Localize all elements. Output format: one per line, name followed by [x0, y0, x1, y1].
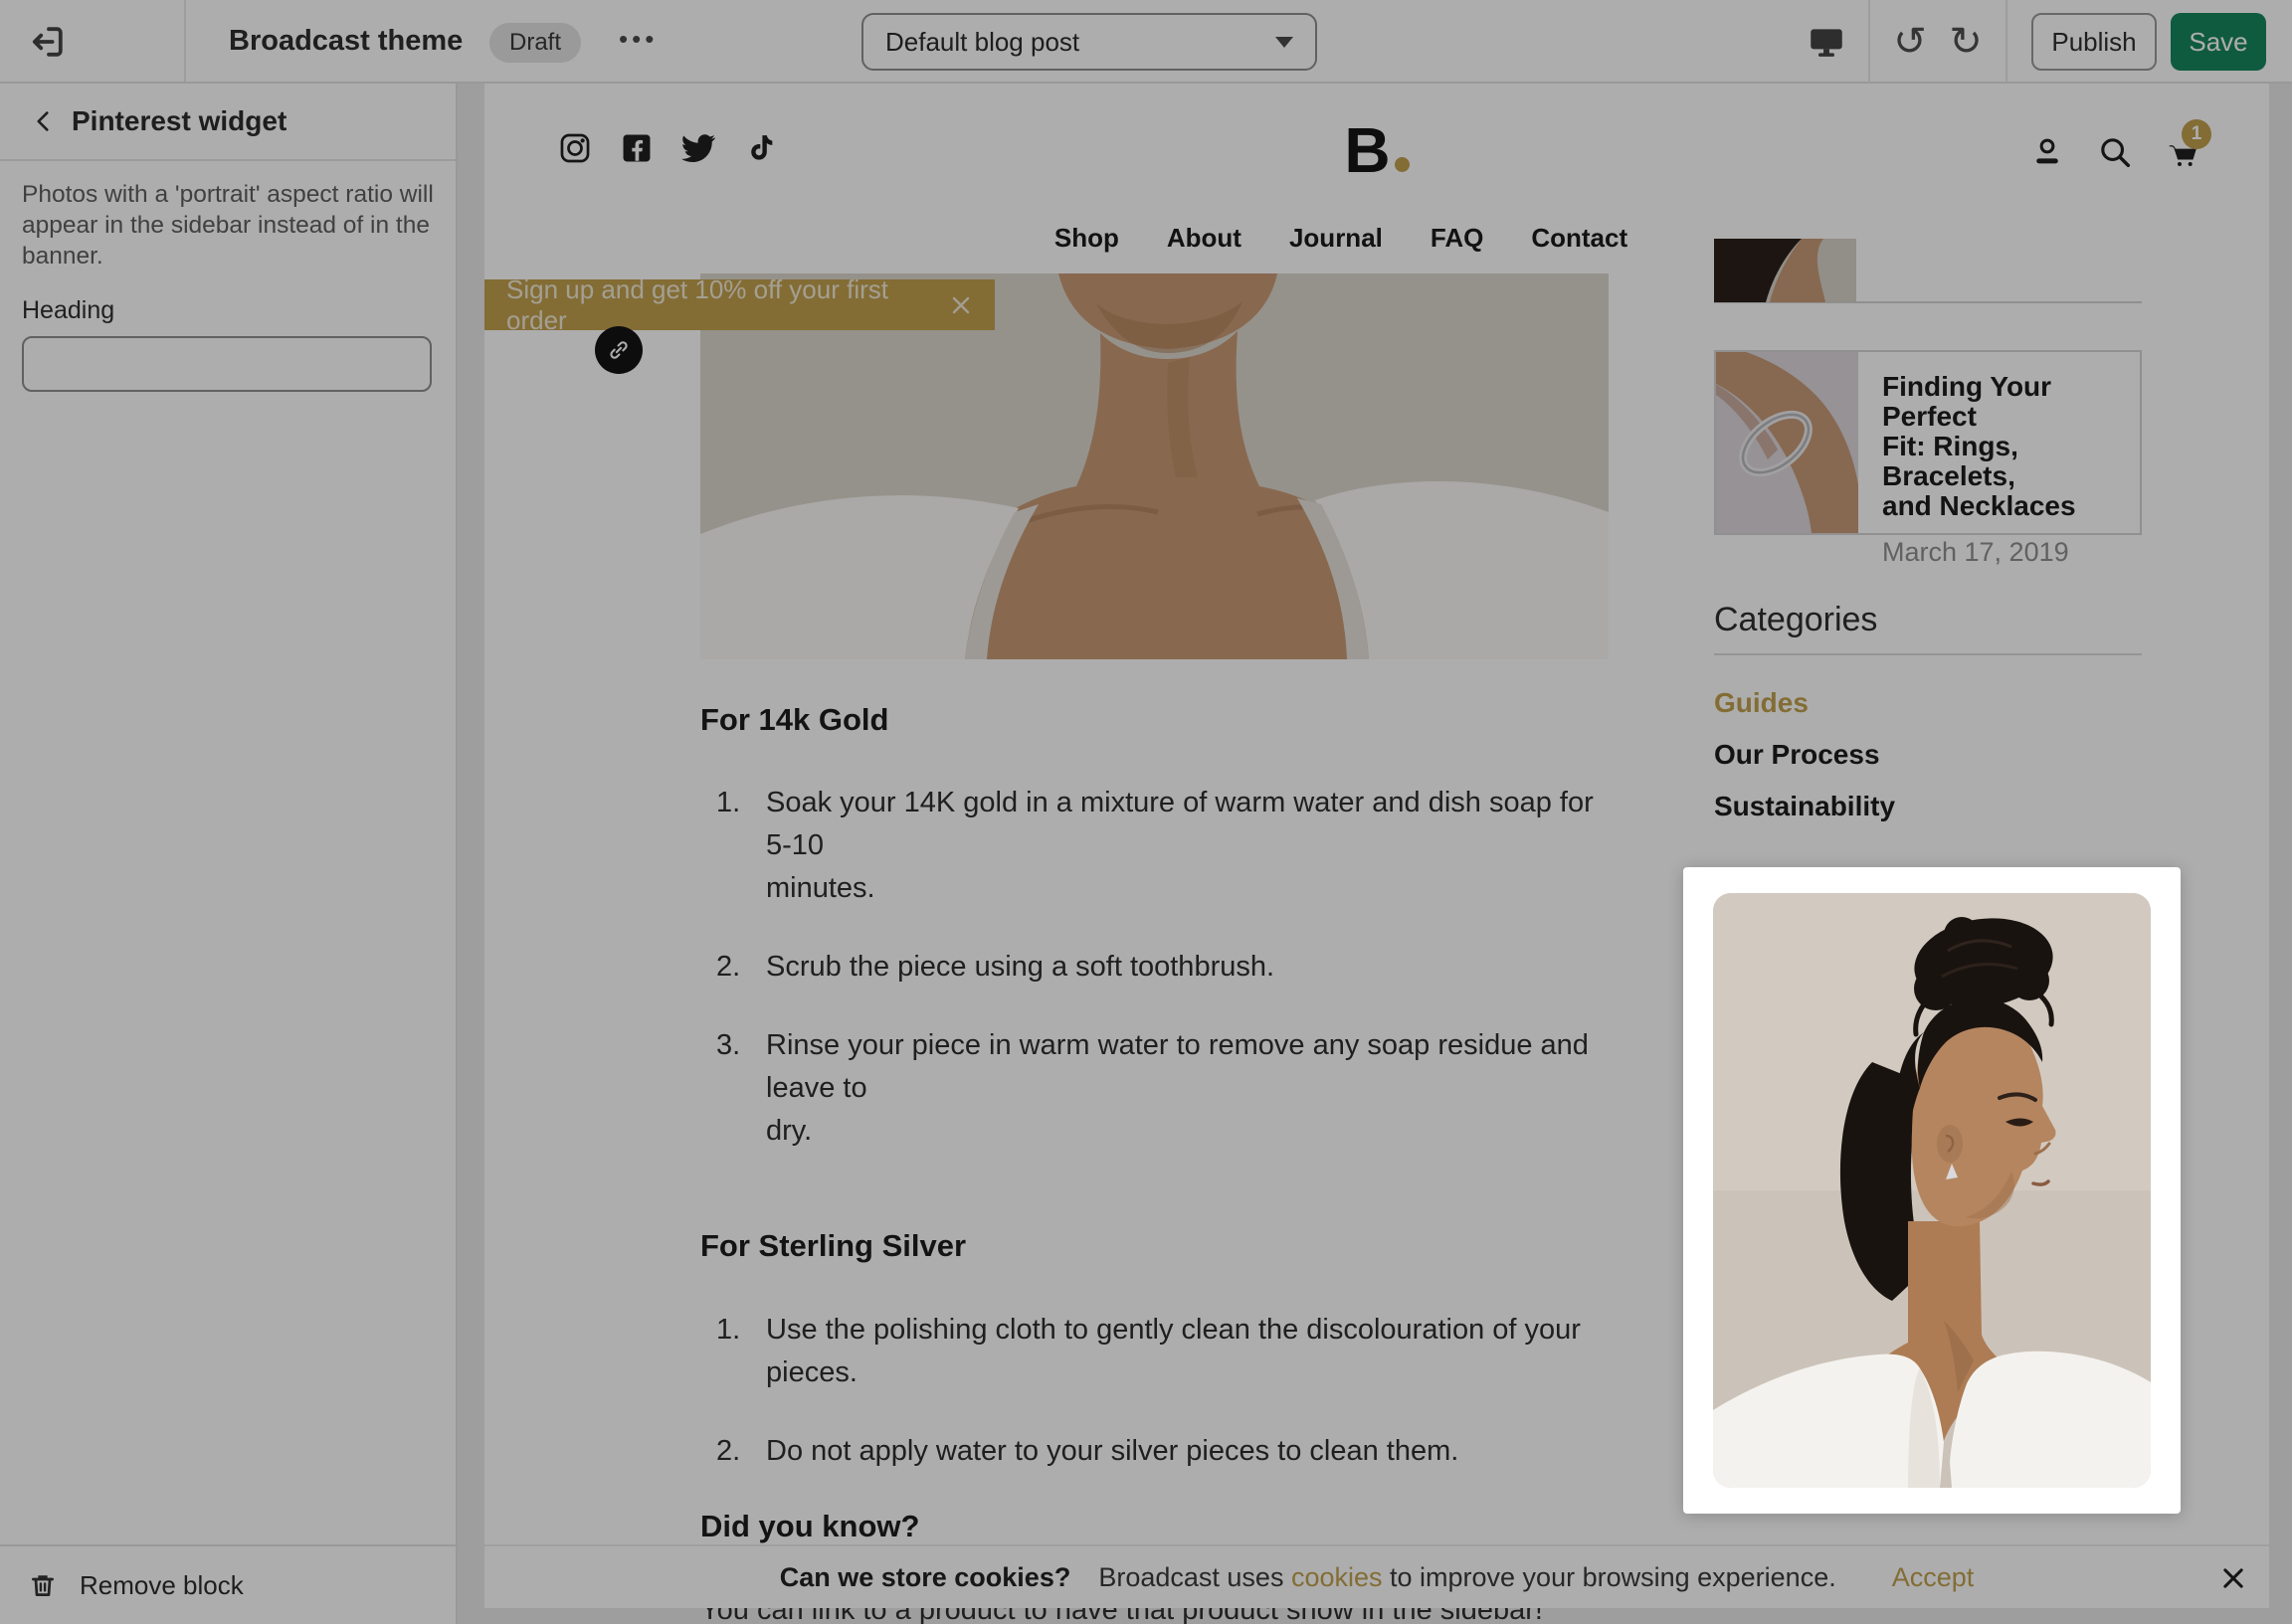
cart-icon[interactable]: 1: [2164, 133, 2201, 171]
cookie-message-text: to improve your browsing experience.: [1383, 1562, 1836, 1592]
list-item: Soak your 14K gold in a mixture of warm …: [700, 782, 1609, 910]
previous-post-card-cropped[interactable]: [1714, 239, 2142, 303]
pinterest-widget-block-selected[interactable]: [1683, 867, 2181, 1514]
link-icon: [605, 336, 633, 364]
undo-button[interactable]: ↺: [1886, 18, 1934, 66]
editor-topbar: Broadcast theme Draft ••• Default blog p…: [0, 0, 2292, 84]
cookies-policy-link[interactable]: cookies: [1291, 1562, 1383, 1592]
trash-icon: [28, 1570, 58, 1600]
shop-logo[interactable]: B: [484, 113, 2269, 187]
page-selector-dropdown[interactable]: Default blog post: [861, 13, 1317, 71]
theme-editor: Broadcast theme Draft ••• Default blog p…: [0, 0, 2292, 1624]
related-post-title: Finding Your Perfect Fit: Rings, Bracele…: [1882, 372, 2140, 521]
heading-field-label: Heading: [22, 296, 114, 325]
list-item: Do not apply water to your silver pieces…: [700, 1430, 1609, 1473]
pinterest-widget-portrait-image: [1713, 893, 2151, 1488]
block-description: Photos with a 'portrait' aspect ratio wi…: [22, 179, 440, 271]
topbar-divider: [2006, 0, 2007, 82]
promo-banner: Sign up and get 10% off your first order: [484, 279, 995, 330]
category-guides[interactable]: Guides: [1714, 687, 2142, 719]
silver-steps-list: Use the polishing cloth to gently clean …: [700, 1309, 1609, 1473]
panel-title: Pinterest widget: [72, 105, 286, 137]
section-heading-14k-gold: For 14k Gold: [700, 702, 1609, 738]
list-item: Use the polishing cloth to gently clean …: [700, 1309, 1609, 1394]
exit-editor-button[interactable]: [26, 20, 70, 64]
topbar-divider: [184, 0, 186, 82]
remove-block-label: Remove block: [80, 1570, 244, 1601]
redo-button[interactable]: ↻: [1942, 18, 1990, 66]
previous-post-thumbnail: [1714, 239, 1856, 302]
related-post-date: March 17, 2019: [1882, 537, 2140, 568]
cookie-close-icon[interactable]: [2219, 1564, 2247, 1592]
nav-contact[interactable]: Contact: [1531, 223, 1627, 254]
block-settings-panel: Pinterest widget Photos with a 'portrait…: [0, 84, 458, 1624]
device-preview-button[interactable]: [1803, 18, 1850, 66]
header-actions: 1: [2028, 133, 2201, 171]
list-item: Scrub the piece using a soft toothbrush.: [700, 946, 1609, 989]
panel-header: Pinterest widget: [0, 84, 456, 161]
logo-dot: [1395, 157, 1410, 172]
cookie-banner: Can we store cookies? Broadcast uses coo…: [484, 1544, 2269, 1608]
gold-steps-list: Soak your 14K gold in a mixture of warm …: [700, 782, 1609, 1153]
section-heading-sterling-silver: For Sterling Silver: [700, 1228, 1609, 1264]
topbar-divider: [1868, 0, 1870, 82]
account-icon[interactable]: [2028, 133, 2066, 171]
chevron-down-icon: [1275, 37, 1293, 48]
exit-icon: [28, 22, 68, 62]
draft-status-badge: Draft: [489, 23, 581, 63]
list-item: Rinse your piece in warm water to remove…: [700, 1024, 1609, 1153]
search-icon[interactable]: [2096, 133, 2134, 171]
cart-count-badge: 1: [2182, 119, 2211, 149]
back-button[interactable]: [24, 101, 64, 141]
page-selector-value: Default blog post: [885, 27, 1275, 58]
desktop-icon: [1806, 21, 1847, 63]
cookie-message: Broadcast uses cookies to improve your b…: [1098, 1562, 1835, 1593]
save-button[interactable]: Save: [2171, 13, 2266, 71]
related-post-thumbnail: [1716, 352, 1858, 533]
nav-journal[interactable]: Journal: [1289, 223, 1383, 254]
section-heading-did-you-know: Did you know?: [700, 1509, 1609, 1544]
theme-name: Broadcast theme: [229, 0, 463, 82]
category-sustainability[interactable]: Sustainability: [1714, 791, 2142, 822]
cookie-accept-button[interactable]: Accept: [1892, 1562, 1975, 1593]
nav-shop[interactable]: Shop: [1054, 223, 1119, 254]
article-body: For 14k Gold Soak your 14K gold in a mix…: [700, 686, 1609, 1624]
blog-sidebar: Finding Your Perfect Fit: Rings, Bracele…: [1714, 239, 2142, 822]
logo-letter: B: [1344, 114, 1391, 186]
categories-heading: Categories: [1714, 601, 2142, 639]
banner-close-icon[interactable]: [949, 293, 973, 317]
cookie-question: Can we store cookies?: [780, 1562, 1071, 1593]
undo-icon: ↺: [1893, 18, 1927, 66]
cookie-message-text: Broadcast uses: [1098, 1562, 1291, 1592]
category-our-process[interactable]: Our Process: [1714, 739, 2142, 771]
promo-banner-text: Sign up and get 10% off your first order: [506, 274, 949, 336]
related-post-body: Finding Your Perfect Fit: Rings, Bracele…: [1858, 352, 2140, 533]
more-options-button[interactable]: •••: [619, 0, 658, 78]
remove-block-button[interactable]: Remove block: [0, 1544, 456, 1624]
redo-icon: ↻: [1949, 18, 1983, 66]
categories-divider: [1714, 653, 2142, 655]
heading-input[interactable]: [22, 336, 432, 392]
nav-about[interactable]: About: [1167, 223, 1242, 254]
nav-faq[interactable]: FAQ: [1431, 223, 1483, 254]
publish-button[interactable]: Publish: [2031, 13, 2157, 71]
image-link-button[interactable]: [595, 326, 643, 374]
related-post-card[interactable]: Finding Your Perfect Fit: Rings, Bracele…: [1714, 350, 2142, 535]
chevron-left-icon: [31, 108, 57, 134]
